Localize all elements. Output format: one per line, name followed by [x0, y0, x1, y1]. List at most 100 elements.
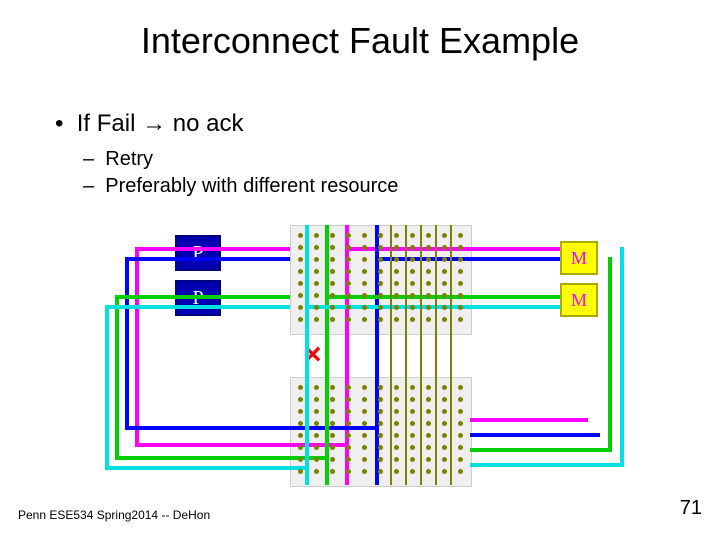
grid-vline [435, 225, 437, 485]
crosspoint-dot [442, 245, 447, 250]
crosspoint-dot [394, 445, 399, 450]
crosspoint-dot [442, 469, 447, 474]
crosspoint-dot [410, 421, 415, 426]
crosspoint-dot [378, 269, 383, 274]
crosspoint-dot [330, 293, 335, 298]
crosspoint-dot [298, 445, 303, 450]
route-blue [375, 257, 560, 261]
page-number: 71 [680, 497, 702, 520]
route-green [470, 448, 612, 452]
crosspoint-dot [458, 421, 463, 426]
crosspoint-dot [378, 433, 383, 438]
crosspoint-dot [314, 457, 319, 462]
crosspoint-dot [394, 397, 399, 402]
crosspoint-dot [426, 281, 431, 286]
crosspoint-dot [394, 469, 399, 474]
crosspoint-dot [298, 257, 303, 262]
crosspoint-dot [378, 233, 383, 238]
route-green [608, 257, 612, 452]
crosspoint-dot [410, 281, 415, 286]
crosspoint-dot [378, 281, 383, 286]
route-cyan [305, 305, 560, 309]
crosspoint-dot [330, 469, 335, 474]
crosspoint-dot [458, 281, 463, 286]
crosspoint-dot [410, 457, 415, 462]
crosspoint-dot [362, 445, 367, 450]
crosspoint-dot [458, 293, 463, 298]
crosspoint-dot [426, 397, 431, 402]
crosspoint-dot [314, 257, 319, 262]
crosspoint-dot [346, 385, 351, 390]
crosspoint-dot [410, 317, 415, 322]
crosspoint-dot [410, 445, 415, 450]
route-cyan [105, 466, 309, 470]
crosspoint-dot [314, 397, 319, 402]
crosspoint-dot [426, 269, 431, 274]
crosspoint-dot [458, 433, 463, 438]
crosspoint-dot [298, 317, 303, 322]
crosspoint-dot [362, 233, 367, 238]
crosspoint-dot [458, 397, 463, 402]
crosspoint-dot [362, 305, 367, 310]
crosspoint-dot [426, 293, 431, 298]
crosspoint-dot [346, 409, 351, 414]
processor-box-1: P [175, 235, 221, 271]
crosspoint-dot [442, 281, 447, 286]
crosspoint-dot [330, 421, 335, 426]
crosspoint-dot [362, 457, 367, 462]
route-green [325, 225, 329, 485]
crosspoint-dot [362, 281, 367, 286]
crosspoint-dot [458, 457, 463, 462]
crosspoint-dot [442, 305, 447, 310]
crosspoint-dot [378, 457, 383, 462]
route-green [115, 295, 290, 299]
crosspoint-dot [314, 409, 319, 414]
crosspoint-dot [410, 293, 415, 298]
crosspoint-dot [394, 269, 399, 274]
crosspoint-dot [298, 245, 303, 250]
crosspoint-dot [394, 305, 399, 310]
crosspoint-dot [362, 293, 367, 298]
crosspoint-dot [426, 433, 431, 438]
crosspoint-dot [362, 421, 367, 426]
route-blue [470, 433, 600, 437]
crosspoint-dot [346, 433, 351, 438]
crosspoint-dot [330, 317, 335, 322]
crosspoint-dot [362, 397, 367, 402]
crosspoint-dot [394, 281, 399, 286]
crosspoint-dot [314, 233, 319, 238]
crosspoint-dot [426, 317, 431, 322]
route-blue [125, 426, 379, 430]
crosspoint-dot [346, 305, 351, 310]
route-cyan [105, 305, 109, 470]
crosspoint-dot [394, 409, 399, 414]
crosspoint-dot [458, 305, 463, 310]
interconnect-diagram: P P M M rendered via JS below × [80, 225, 640, 495]
crosspoint-dot [442, 445, 447, 450]
crosspoint-dot [458, 269, 463, 274]
bullet-main-text: If Fail → no ack [77, 110, 244, 137]
crosspoint-dot [426, 409, 431, 414]
crosspoint-dot [314, 469, 319, 474]
crosspoint-dot [378, 469, 383, 474]
crosspoint-dot [426, 305, 431, 310]
crosspoint-dot [410, 305, 415, 310]
slide-title: Interconnect Fault Example [0, 0, 720, 62]
crosspoint-dot [442, 317, 447, 322]
crosspoint-dot [298, 233, 303, 238]
crosspoint-dot [426, 469, 431, 474]
crosspoint-dot [314, 281, 319, 286]
crosspoint-dot [458, 245, 463, 250]
crosspoint-dot [346, 445, 351, 450]
crosspoint-dot [442, 421, 447, 426]
crosspoint-dot [410, 257, 415, 262]
crosspoint-dot [346, 293, 351, 298]
crosspoint-dot [298, 409, 303, 414]
crosspoint-dot [298, 457, 303, 462]
crosspoint-dot [298, 305, 303, 310]
crosspoint-dot [346, 233, 351, 238]
crosspoint-dot [394, 233, 399, 238]
crosspoint-dot [298, 385, 303, 390]
bullet-main: • If Fail → no ack [55, 110, 398, 138]
crosspoint-dot [410, 233, 415, 238]
